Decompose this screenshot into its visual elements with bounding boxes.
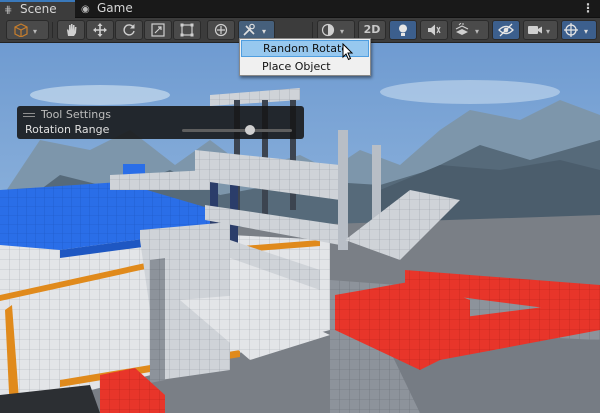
lighting-toggle-button[interactable] xyxy=(389,20,417,40)
svg-text:▾: ▾ xyxy=(584,27,588,36)
rotate-tool-button[interactable] xyxy=(115,20,143,40)
camera-settings-button[interactable]: ▾ xyxy=(523,20,558,40)
audio-toggle-button[interactable] xyxy=(420,20,448,40)
hand-icon xyxy=(67,24,77,36)
effects-icon: ▾ xyxy=(455,23,479,36)
hand-tool-button[interactable] xyxy=(57,20,85,40)
tab-scene[interactable]: ⋕ Scene xyxy=(0,0,75,18)
scene-render xyxy=(0,43,600,413)
toolbar-divider xyxy=(52,22,53,38)
toolbar-divider xyxy=(312,22,313,38)
svg-text:▾: ▾ xyxy=(262,27,266,36)
scene-visibility-button[interactable] xyxy=(492,20,520,40)
effects-button[interactable]: ▾ xyxy=(451,20,489,40)
tab-scene-label: Scene xyxy=(20,2,57,16)
svg-text:▾: ▾ xyxy=(340,27,344,36)
2d-toggle-button[interactable]: 2D xyxy=(358,20,386,40)
rect-icon xyxy=(180,23,194,37)
shading-icon: ▾ xyxy=(321,23,344,37)
gizmos-button[interactable]: ▾ xyxy=(561,20,597,40)
grid-icon: ⋕ xyxy=(4,5,13,16)
move-tool-button[interactable] xyxy=(86,20,114,40)
overlay-title: Tool Settings xyxy=(41,108,111,121)
tab-game[interactable]: ◉ Game xyxy=(77,0,147,17)
svg-text:▾: ▾ xyxy=(546,27,550,36)
rotate-icon xyxy=(123,24,135,36)
visibility-icon xyxy=(498,23,514,37)
audio-icon xyxy=(428,24,441,36)
gizmos-icon: ▾ xyxy=(564,23,588,37)
move-icon xyxy=(93,23,107,37)
mouse-cursor-icon xyxy=(342,43,354,61)
light-icon xyxy=(399,24,407,36)
custom-tool-icon: ▾ xyxy=(242,23,266,36)
gamepad-icon: ◉ xyxy=(81,4,90,15)
shading-mode-button[interactable]: ▾ xyxy=(317,20,355,40)
scale-tool-button[interactable] xyxy=(144,20,172,40)
cube-icon: ▾ xyxy=(13,23,37,37)
custom-tool-button[interactable]: ▾ xyxy=(238,20,275,40)
rotation-range-label: Rotation Range xyxy=(25,123,110,136)
tab-bar: ⋕ Scene ◉ Game ⋮ xyxy=(0,0,600,18)
transform-tool-button[interactable] xyxy=(207,20,235,40)
draw-mode-button[interactable]: ▾ xyxy=(6,20,49,40)
rotation-range-slider[interactable] xyxy=(182,125,292,135)
transform-icon xyxy=(214,23,228,37)
tab-game-label: Game xyxy=(97,1,133,15)
tool-settings-overlay: Tool Settings Rotation Range xyxy=(17,106,304,139)
scene-viewport[interactable] xyxy=(0,43,600,413)
overlay-header[interactable]: Tool Settings xyxy=(23,108,111,122)
rect-tool-button[interactable] xyxy=(173,20,201,40)
slider-handle[interactable] xyxy=(245,125,256,135)
camera-icon: ▾ xyxy=(527,26,550,36)
svg-text:▾: ▾ xyxy=(475,27,479,36)
more-options-icon[interactable]: ⋮ xyxy=(582,0,594,16)
scale-icon xyxy=(151,23,165,37)
drag-handle-icon[interactable] xyxy=(23,113,35,117)
svg-text:▾: ▾ xyxy=(33,27,37,36)
